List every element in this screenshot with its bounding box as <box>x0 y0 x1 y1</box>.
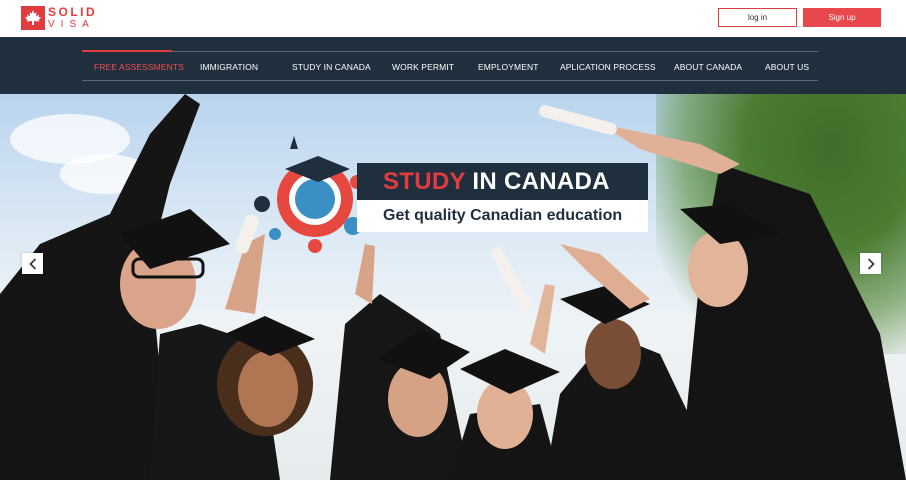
hero-title-rest: IN CANADA <box>465 168 610 195</box>
maple-leaf-icon <box>21 6 45 30</box>
nav-item-about-canada[interactable]: ABOUT CANADA <box>674 62 742 72</box>
nav-item-work-permit[interactable]: WORK PERMIT <box>392 62 454 72</box>
signup-button[interactable]: Sign up <box>803 8 881 27</box>
main-nav: FREE ASSESSMENTS IMMIGRATION STUDY IN CA… <box>0 37 906 94</box>
nav-item-study-in-canada[interactable]: STUDY IN CANADA <box>292 62 371 72</box>
slider-next-button[interactable] <box>860 253 881 274</box>
hero-subtitle: Get quality Canadian education <box>383 207 623 224</box>
nav-item-employment[interactable]: EMPLOYMENT <box>478 62 539 72</box>
hero-slider: STUDY IN CANADA Get quality Canadian edu… <box>0 94 906 480</box>
nav-item-application-process[interactable]: APLICATION PROCESS <box>560 62 656 72</box>
nav-active-indicator <box>82 50 172 52</box>
login-button[interactable]: log in <box>718 8 797 27</box>
nav-item-about-us[interactable]: ABOUT US <box>765 62 809 72</box>
chevron-left-icon <box>28 257 36 270</box>
nav-item-free-assessments[interactable]: FREE ASSESSMENTS <box>94 62 184 72</box>
chevron-right-icon <box>867 257 875 270</box>
brand-logo[interactable]: SOLID VISA <box>21 6 97 30</box>
nav-item-immigration[interactable]: IMMIGRATION <box>200 62 258 72</box>
hero-title-accent: STUDY <box>383 168 466 195</box>
brand-name-line1: SOLID <box>48 5 98 19</box>
slider-prev-button[interactable] <box>22 253 43 274</box>
hero-title: STUDY IN CANADA <box>383 168 610 196</box>
top-bar: SOLID VISA log in Sign up <box>0 0 906 37</box>
hero-graduates-photo <box>0 94 906 480</box>
nav-divider-bottom <box>82 80 818 81</box>
nav-divider-top <box>82 51 818 52</box>
brand-name-line2: VISA <box>48 19 95 30</box>
